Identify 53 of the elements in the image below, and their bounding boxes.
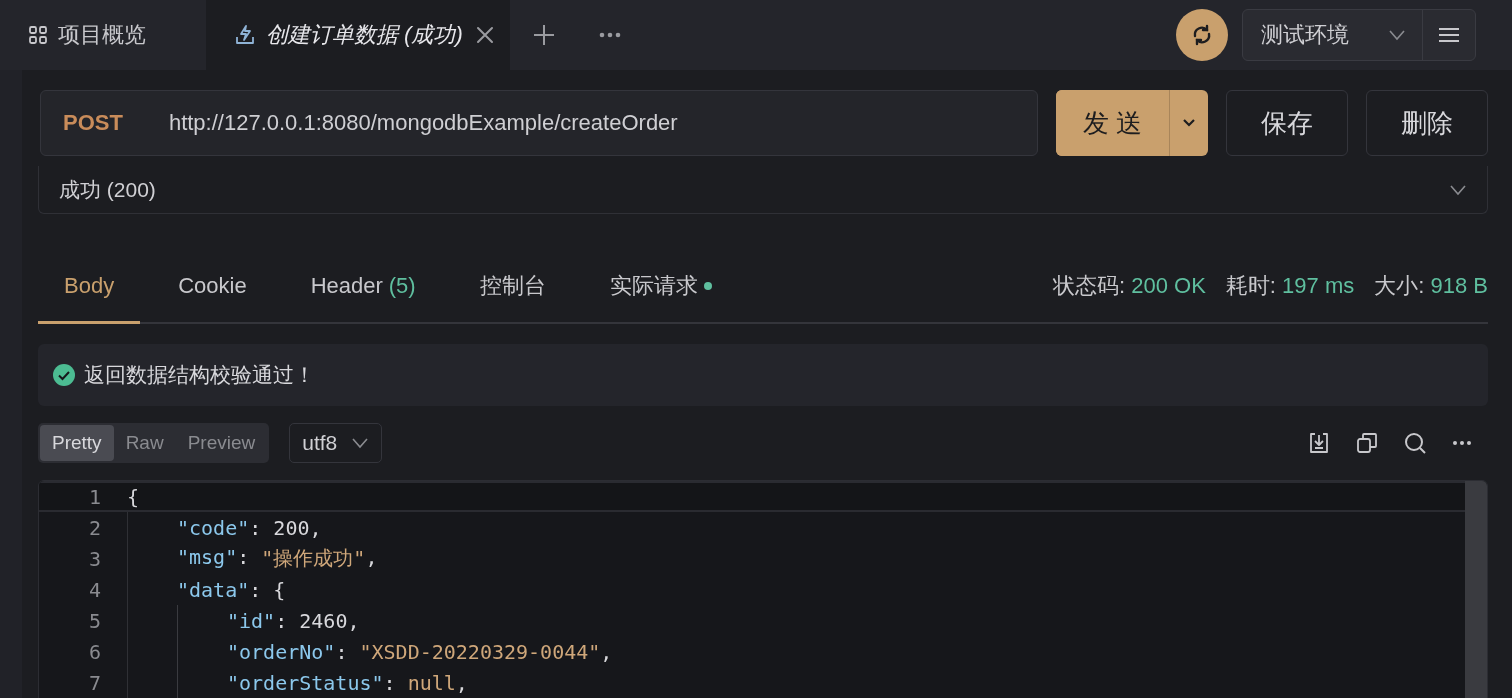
response-tab[interactable]: Body xyxy=(38,250,141,324)
code-line: "msg": "操作成功", xyxy=(177,545,378,572)
code-line: "code": 200, xyxy=(177,515,322,540)
copy-icon xyxy=(1356,432,1378,454)
copy-button[interactable] xyxy=(1356,432,1378,454)
line-number: 7 xyxy=(87,670,102,695)
stat-label: 状态码: 200 OK xyxy=(1053,272,1206,300)
view-mode-option[interactable]: Preview xyxy=(175,425,268,461)
response-tab[interactable]: 控制台 xyxy=(453,250,572,324)
validation-message: 返回数据结构校验通过！ xyxy=(84,362,315,388)
download-icon xyxy=(1308,432,1330,454)
line-number: 6 xyxy=(87,639,102,664)
line-number: 4 xyxy=(87,577,102,602)
code-line: { xyxy=(127,484,140,509)
send-button[interactable]: 发 送 xyxy=(1056,90,1170,156)
search-icon xyxy=(1404,432,1426,454)
caret-icon xyxy=(1182,118,1196,128)
tab[interactable]: 项目概览 xyxy=(0,0,206,70)
line-number: 2 xyxy=(87,515,102,540)
more-icon xyxy=(599,32,621,38)
code-line: "orderStatus": null, xyxy=(227,670,468,695)
encoding-select[interactable]: utf8 xyxy=(289,423,383,463)
stat-label: 大小: 918 B xyxy=(1374,272,1488,300)
example-select[interactable]: 成功 (200) xyxy=(38,166,1488,214)
sync-button[interactable] xyxy=(1176,9,1228,61)
search-button[interactable] xyxy=(1404,432,1426,454)
download-button[interactable] xyxy=(1308,432,1330,454)
response-tab[interactable]: Header (5) xyxy=(284,250,442,324)
line-number: 3 xyxy=(87,546,102,571)
action-button[interactable]: 保存 xyxy=(1226,90,1348,156)
plus-icon xyxy=(532,23,556,47)
action-button[interactable]: 删除 xyxy=(1366,90,1488,156)
tab[interactable]: 创建订单数据 (成功) xyxy=(206,0,510,70)
more-icon xyxy=(1452,440,1472,446)
code-line: "data": { xyxy=(177,577,286,602)
response-tab[interactable]: 实际请求 xyxy=(583,250,738,324)
chevron-icon xyxy=(1388,29,1406,41)
line-number: 1 xyxy=(87,484,102,509)
scrollbar[interactable] xyxy=(1465,481,1487,698)
line-number: 5 xyxy=(87,608,102,633)
url-field[interactable]: POST http://127.0.0.1:8080/mongodbExample/createOrder xyxy=(40,90,1038,156)
code-line: "id": 2460, xyxy=(227,608,360,633)
response-tab[interactable]: Cookie xyxy=(152,250,273,324)
chevron-icon xyxy=(351,437,370,449)
menu-icon xyxy=(1438,27,1460,43)
view-mode-option[interactable]: Pretty xyxy=(40,425,114,461)
view-mode-option[interactable]: Raw xyxy=(113,425,176,461)
chevron-icon xyxy=(1449,183,1467,196)
lightning-tray-icon xyxy=(234,24,256,46)
code-line: "orderNo": "XSDD-20220329-0044", xyxy=(227,639,613,664)
close-icon[interactable] xyxy=(474,24,496,46)
grid-icon xyxy=(28,25,48,45)
stat-label: 耗时: 197 ms xyxy=(1225,272,1355,300)
